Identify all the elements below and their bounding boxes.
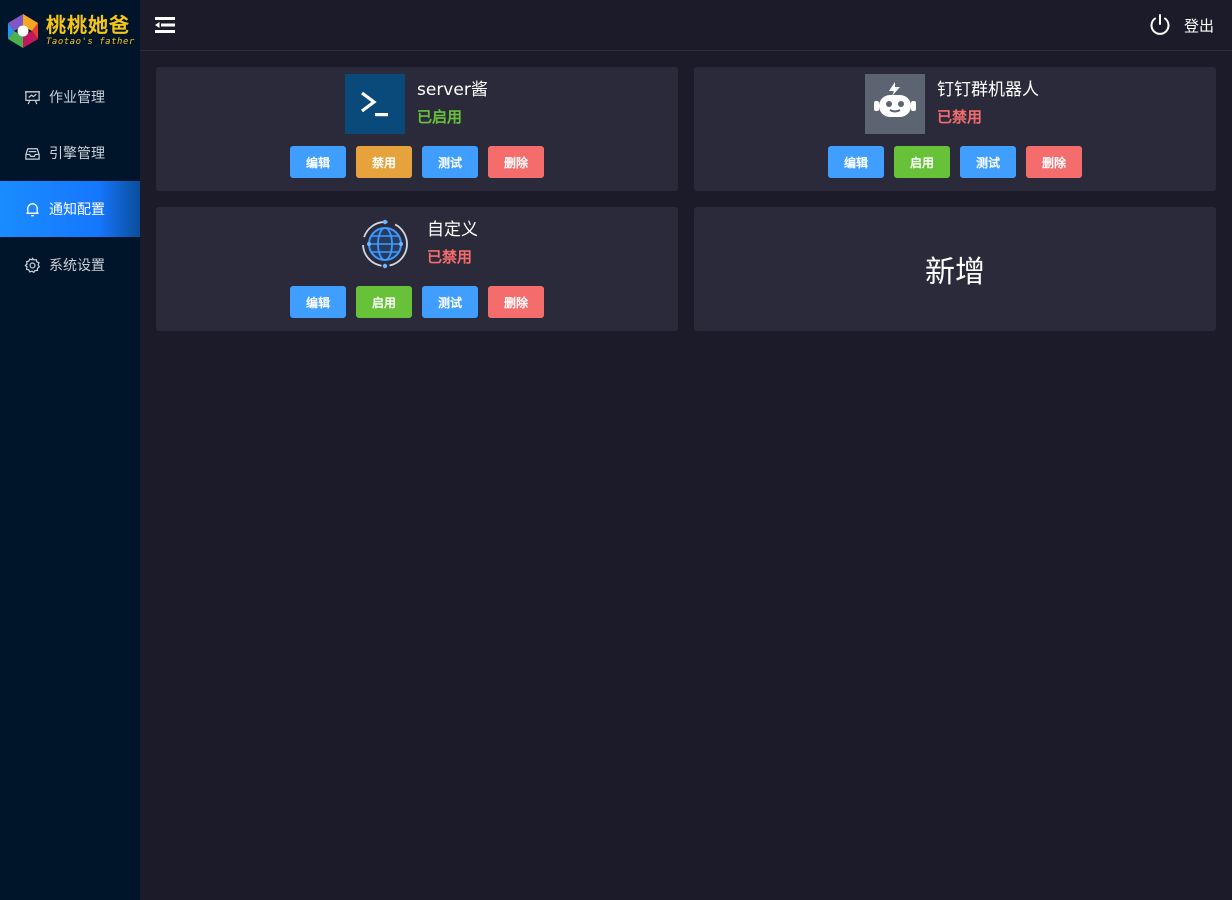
sidebar-menu: 作业管理 引擎管理 通知配置 系统设置 <box>0 69 140 293</box>
edit-button[interactable]: 编辑 <box>290 146 346 178</box>
top-header: 登出 <box>140 0 1232 51</box>
enable-button[interactable]: 启用 <box>356 286 412 318</box>
brand-logo[interactable]: 桃桃她爸 Taotao's father <box>0 0 140 62</box>
status-badge: 已启用 <box>417 108 463 126</box>
add-notify-card[interactable]: 新增 <box>694 207 1216 331</box>
globe-icon <box>355 214 415 274</box>
card-name: 自定义 <box>427 220 478 240</box>
sidebar-item-label: 作业管理 <box>49 90 105 106</box>
delete-button[interactable]: 删除 <box>488 286 544 318</box>
sidebar-item-settings[interactable]: 系统设置 <box>0 237 140 293</box>
menu-collapse-icon[interactable] <box>154 15 176 35</box>
inbox-tray-icon <box>23 144 41 162</box>
sidebar-item-label: 通知配置 <box>49 202 105 218</box>
edit-button[interactable]: 编辑 <box>828 146 884 178</box>
enable-button[interactable]: 启用 <box>894 146 950 178</box>
test-button[interactable]: 测试 <box>422 286 478 318</box>
sidebar-item-label: 引擎管理 <box>49 146 105 162</box>
presentation-board-icon <box>23 88 41 106</box>
disable-button[interactable]: 禁用 <box>356 146 412 178</box>
logout-button[interactable]: 登出 <box>1148 13 1214 37</box>
gear-icon <box>23 256 41 274</box>
power-icon <box>1150 14 1170 35</box>
card-name: 钉钉群机器人 <box>937 80 1039 100</box>
delete-button[interactable]: 删除 <box>488 146 544 178</box>
brand-title: 桃桃她爸 <box>46 13 130 37</box>
sidebar-item-jobs[interactable]: 作业管理 <box>0 69 140 125</box>
test-button[interactable]: 测试 <box>422 146 478 178</box>
sidebar-item-label: 系统设置 <box>49 258 105 274</box>
add-label: 新增 <box>925 255 985 290</box>
logo-icon <box>4 12 42 50</box>
notify-card-serverchan: server酱 已启用 编辑 禁用 测试 删除 <box>156 67 678 191</box>
test-button[interactable]: 测试 <box>960 146 1016 178</box>
logout-label: 登出 <box>1183 16 1214 35</box>
edit-button[interactable]: 编辑 <box>290 286 346 318</box>
status-badge: 已禁用 <box>937 108 983 126</box>
card-name: server酱 <box>417 80 488 100</box>
brand-subtitle: Taotao's father <box>46 37 135 47</box>
sidebar: 桃桃她爸 Taotao's father 作业管理 引擎管理 通知配置 系统设置 <box>0 0 140 900</box>
terminal-icon <box>345 74 405 134</box>
sidebar-item-engines[interactable]: 引擎管理 <box>0 125 140 181</box>
sidebar-item-notifications[interactable]: 通知配置 <box>0 181 140 237</box>
status-badge: 已禁用 <box>427 248 473 266</box>
notify-card-dingtalk: 钉钉群机器人 已禁用 编辑 启用 测试 删除 <box>694 67 1216 191</box>
robot-icon <box>865 74 925 134</box>
bell-icon <box>23 200 41 218</box>
notify-card-custom: 自定义 已禁用 编辑 启用 测试 删除 <box>156 207 678 331</box>
delete-button[interactable]: 删除 <box>1026 146 1082 178</box>
